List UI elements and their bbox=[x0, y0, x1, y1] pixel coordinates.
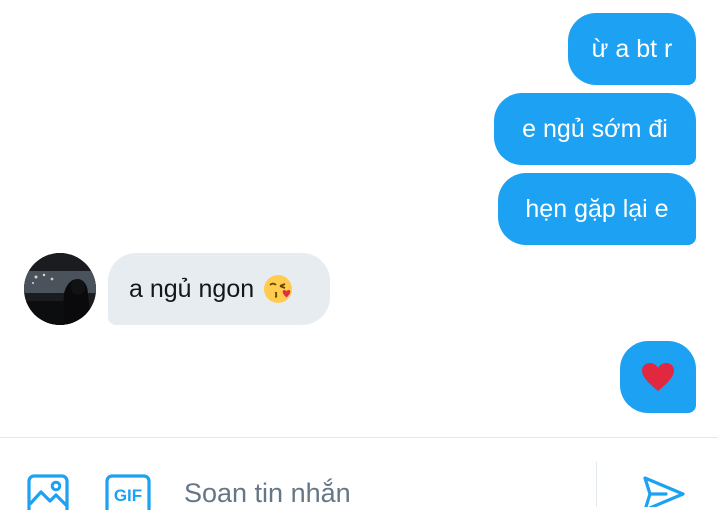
message-input[interactable]: Soan tin nhắn bbox=[184, 478, 351, 509]
avatar-photo bbox=[24, 253, 96, 325]
received-message[interactable]: a ngủ ngon bbox=[108, 253, 330, 325]
red-heart-icon bbox=[642, 363, 674, 391]
sent-message[interactable]: ừ a bt r bbox=[568, 13, 696, 85]
send-icon bbox=[643, 476, 685, 512]
sent-message[interactable]: e ngủ sớm đi bbox=[494, 93, 696, 165]
gif-label: GIF bbox=[114, 486, 142, 505]
image-button[interactable] bbox=[27, 474, 69, 515]
message-thread: ừ a bt r e ngủ sớm đi hẹn gặp lại e a ng… bbox=[0, 0, 718, 438]
face-blowing-kiss-icon bbox=[264, 275, 293, 303]
message-text: e ngủ sớm đi bbox=[522, 114, 668, 143]
gif-icon: GIF bbox=[105, 474, 151, 515]
avatar[interactable] bbox=[24, 253, 96, 325]
image-icon bbox=[27, 474, 69, 515]
message-composer: GIF bbox=[0, 438, 718, 515]
message-text: hẹn gặp lại e bbox=[525, 194, 669, 223]
sent-message[interactable]: hẹn gặp lại e bbox=[498, 173, 696, 245]
composer-separator bbox=[596, 462, 597, 507]
gif-button[interactable]: GIF bbox=[105, 474, 151, 515]
sent-message[interactable] bbox=[620, 341, 696, 413]
message-text: a ngủ ngon bbox=[129, 274, 255, 303]
message-text: ừ a bt r bbox=[591, 34, 673, 63]
